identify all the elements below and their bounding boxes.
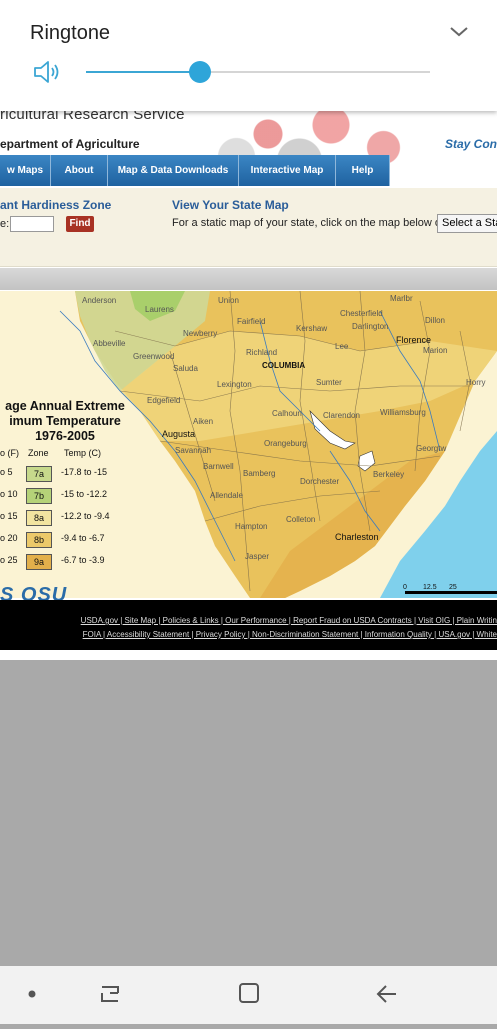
hardiness-zone-map[interactable]: 0 12.5 25 Anderson Laurens Union Abbevil…	[0, 291, 497, 598]
city-label: Jasper	[245, 552, 269, 561]
volume-slider-track[interactable]	[86, 71, 430, 73]
legend-zone: 8a	[26, 510, 52, 526]
city-label: Colleton	[286, 515, 315, 524]
state-map-title: View Your State Map	[172, 198, 289, 212]
nav-help[interactable]: Help	[336, 155, 390, 186]
legend-title-line: 1976-2005	[35, 429, 95, 443]
city-label: Horry	[466, 378, 486, 387]
ringtone-label: Ringtone	[30, 22, 111, 44]
footer-links-row-1[interactable]: USDA.gov | Site Map | Policies & Links |…	[57, 616, 497, 625]
city-label: Charleston	[335, 532, 379, 542]
legend-header-zone: Zone	[28, 448, 49, 458]
city-label: Union	[218, 296, 239, 305]
site-navbar: w Maps About Map & Data Downloads Intera…	[0, 155, 390, 186]
state-map-graphic: 0 12.5 25 Anderson Laurens Union Abbevil…	[0, 291, 497, 598]
city-label: Chesterfield	[340, 309, 383, 318]
legend-temp: -17.8 to -15	[61, 467, 108, 477]
city-label: Savannah	[175, 446, 211, 455]
home-icon[interactable]	[239, 983, 259, 1003]
legend-temp: -15 to -12.2	[61, 489, 108, 499]
chevron-down-icon[interactable]	[447, 20, 471, 44]
state-map-description: For a static map of your state, click on…	[172, 217, 445, 229]
zip-input[interactable]	[10, 216, 54, 232]
nav-maps[interactable]: w Maps	[0, 155, 51, 186]
city-label: Edgefield	[147, 396, 180, 405]
recent-apps-icon[interactable]	[101, 986, 119, 1002]
legend-zone: 8b	[26, 532, 52, 548]
city-label: Anderson	[82, 296, 116, 305]
city-label: Darlington	[352, 322, 388, 331]
site-footer: USDA.gov | Site Map | Policies & Links |…	[0, 600, 497, 650]
department-name: epartment of Agriculture	[0, 137, 140, 151]
legend-zone: 7b	[26, 488, 52, 504]
hardiness-zone-title: ant Hardiness Zone	[0, 198, 112, 212]
city-label: Marion	[423, 346, 447, 355]
city-label: Saluda	[173, 364, 198, 373]
zip-label: e:	[0, 218, 10, 230]
legend-f: o 25	[0, 555, 18, 565]
legend-header-c: Temp (C)	[64, 448, 102, 458]
city-label: Barnwell	[203, 462, 234, 471]
legend-zone: 7a	[26, 466, 52, 482]
city-label: Florence	[396, 335, 431, 345]
city-label: Williamsburg	[380, 408, 426, 417]
legend-zone: 9a	[26, 554, 52, 570]
city-label: Lee	[335, 342, 349, 351]
nav-about[interactable]: About	[51, 155, 108, 186]
legend-header-f: o (F)	[0, 448, 19, 458]
state-select[interactable]: Select a Sta	[437, 214, 497, 233]
city-label: Berkeley	[373, 470, 404, 479]
city-label: Fairfield	[237, 317, 265, 326]
city-label: Lexington	[217, 380, 252, 389]
city-label: Marlbr	[390, 294, 413, 303]
city-label-columbia: COLUMBIA	[262, 361, 305, 370]
legend-title: age Annual Extreme imum Temperature 1976…	[0, 399, 130, 444]
city-label: Calhoun	[272, 409, 302, 418]
volume-panel: Ringtone	[0, 0, 497, 111]
legend-title-line: age Annual Extreme	[5, 399, 125, 413]
city-label: Abbeville	[93, 339, 126, 348]
nav-interactive-map[interactable]: Interactive Map	[239, 155, 336, 186]
legend-temp: -9.4 to -6.7	[61, 533, 105, 543]
city-label: Newberry	[183, 329, 217, 338]
legend-f: o 5	[0, 467, 13, 477]
legend-title-line: imum Temperature	[9, 414, 121, 428]
city-label: Laurens	[145, 305, 174, 314]
stay-connected-link[interactable]: Stay Con	[445, 137, 497, 151]
speaker-icon[interactable]	[33, 59, 63, 85]
legend-f: o 15	[0, 511, 18, 521]
dot-icon[interactable]	[28, 990, 36, 998]
scale-label-25: 25	[449, 584, 457, 591]
legend-f: o 20	[0, 533, 18, 543]
legend-temp: -12.2 to -9.4	[61, 511, 110, 521]
city-label: Orangeburg	[264, 439, 307, 448]
city-label: Sumter	[316, 378, 342, 387]
find-button[interactable]: Find	[66, 216, 94, 232]
city-label: Kershaw	[296, 324, 327, 333]
nav-map-data-downloads[interactable]: Map & Data Downloads	[108, 155, 239, 186]
city-label: Georgtw	[416, 444, 446, 453]
volume-slider-thumb[interactable]	[189, 61, 211, 83]
city-label: Richland	[246, 348, 277, 357]
scale-label-12-5: 12.5	[423, 584, 437, 591]
scale-label-0: 0	[403, 584, 407, 591]
city-label: Dillon	[425, 316, 445, 325]
city-label: Hampton	[235, 522, 267, 531]
system-nav-bar	[0, 966, 497, 1024]
city-label: Aiken	[193, 417, 213, 426]
city-label: Allendale	[210, 491, 243, 500]
footer-links-row-2[interactable]: FOIA | Accessibility Statement | Privacy…	[57, 630, 497, 639]
city-label: Clarendon	[323, 411, 360, 420]
back-icon[interactable]	[376, 985, 396, 1003]
city-label: Augusta	[162, 429, 195, 439]
city-label: Dorchester	[300, 477, 339, 486]
legend-f: o 10	[0, 489, 18, 499]
volume-slider-fill	[86, 71, 200, 73]
map-header-bar	[0, 268, 497, 290]
city-label: Bamberg	[243, 469, 275, 478]
city-label: Greenwood	[133, 352, 174, 361]
legend-temp: -6.7 to -3.9	[61, 555, 105, 565]
